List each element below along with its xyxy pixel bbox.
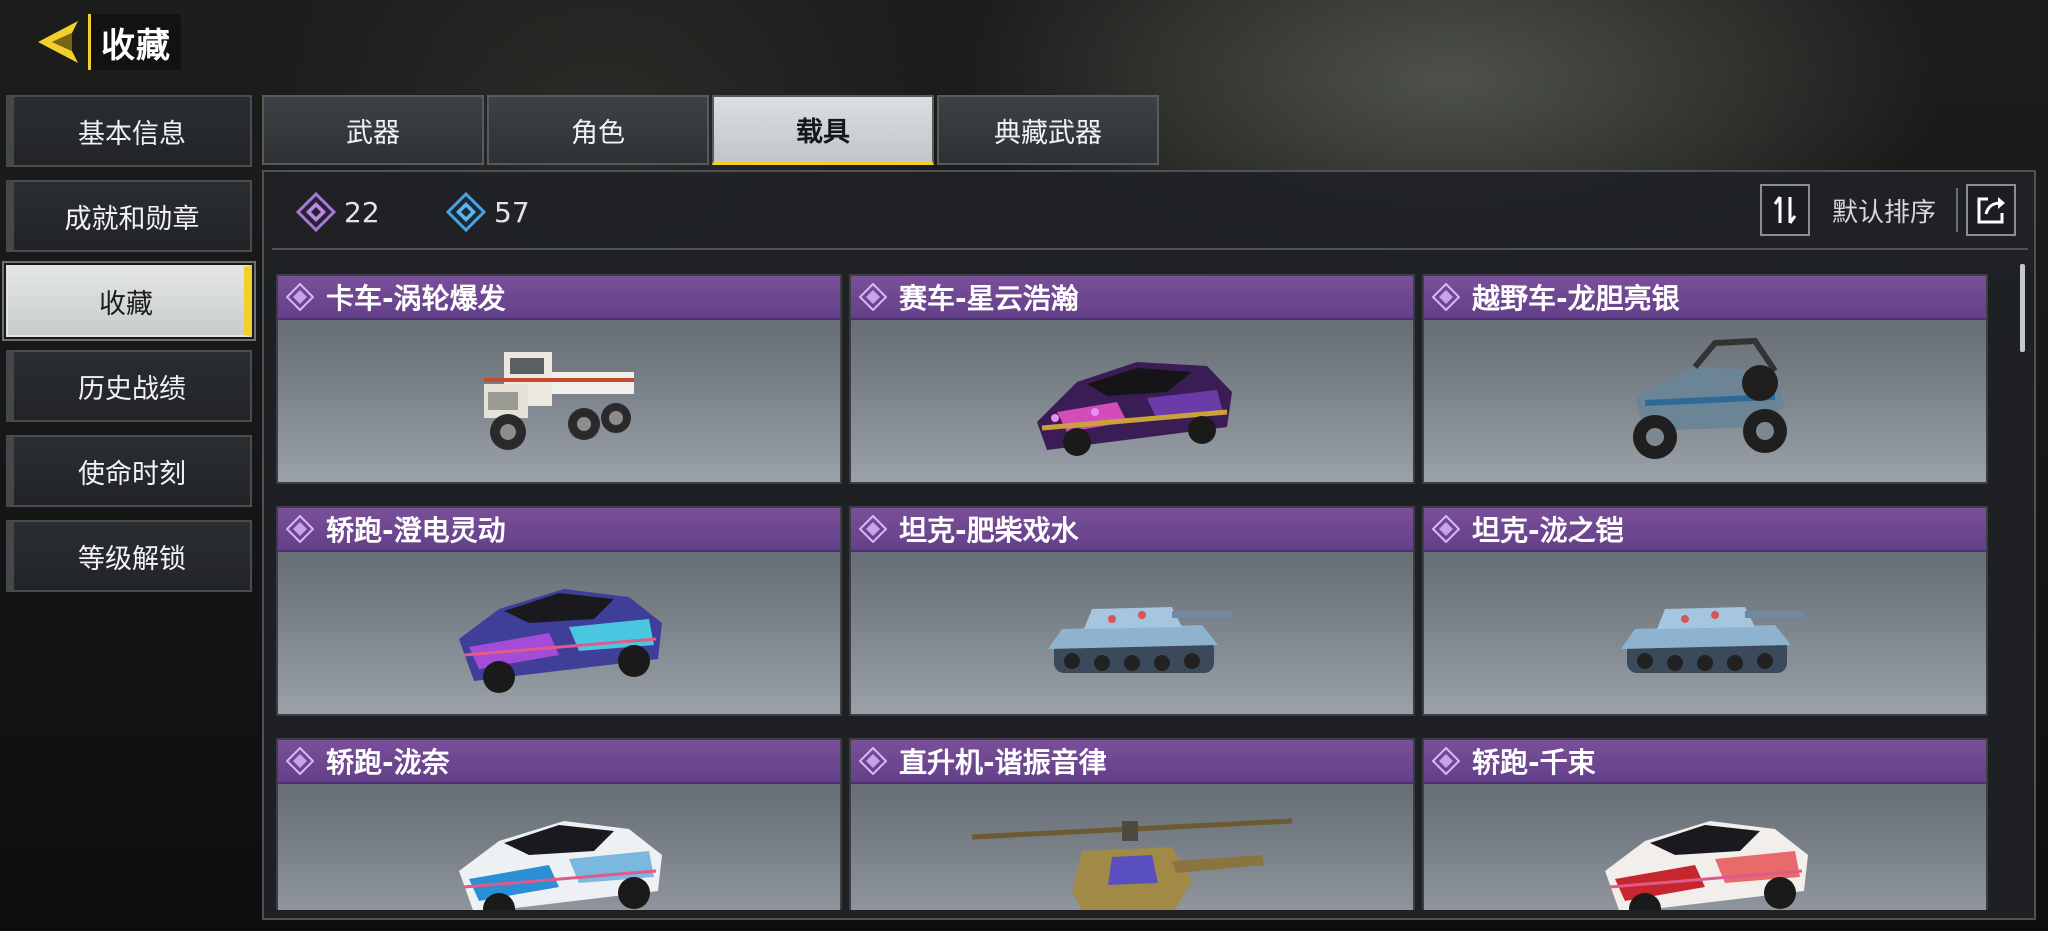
vehicle-card-header: 轿跑-千束 bbox=[1424, 740, 1986, 784]
epic-quality-icon bbox=[1432, 515, 1460, 543]
sidebar-item-level-unlock[interactable]: 等级解锁 bbox=[6, 520, 252, 592]
vehicle-card-header: 坦克-肥柴戏水 bbox=[851, 508, 1413, 552]
back-button[interactable] bbox=[30, 14, 88, 70]
epic-quality-icon bbox=[1432, 747, 1460, 775]
vehicle-name: 赛车-星云浩瀚 bbox=[899, 282, 1079, 315]
vehicle-name: 坦克-肥柴戏水 bbox=[899, 514, 1079, 547]
vehicle-card[interactable]: 轿跑-千束 bbox=[1422, 738, 1988, 910]
vehicle-name: 轿跑-千束 bbox=[1472, 746, 1596, 779]
purple-diamond-icon bbox=[296, 192, 336, 232]
vehicle-card-header: 轿跑-泷奈 bbox=[278, 740, 840, 784]
epic-quality-icon bbox=[286, 747, 314, 775]
header: 收藏 bbox=[30, 14, 181, 70]
sidebar-item-basic-info[interactable]: 基本信息 bbox=[6, 95, 252, 167]
sidebar-item-collection[interactable]: 收藏 bbox=[2, 261, 256, 341]
sidebar-item-mission-moments[interactable]: 使命时刻 bbox=[6, 435, 252, 507]
vehicle-name: 轿跑-泷奈 bbox=[326, 746, 450, 779]
vehicle-card[interactable]: 直升机-谐振音律 bbox=[849, 738, 1415, 910]
grid-scrollbar[interactable] bbox=[2020, 264, 2025, 352]
vehicle-image bbox=[278, 322, 840, 482]
vehicle-image bbox=[278, 554, 840, 714]
vehicle-card-header: 坦克-泷之铠 bbox=[1424, 508, 1986, 552]
vehicle-card[interactable]: 轿跑-澄电灵动 bbox=[276, 506, 842, 716]
vehicle-name: 轿跑-澄电灵动 bbox=[326, 514, 506, 547]
vehicle-image bbox=[851, 786, 1413, 910]
vehicle-card[interactable]: 卡车-涡轮爆发 bbox=[276, 274, 842, 484]
vehicle-image bbox=[278, 786, 840, 910]
vehicle-image bbox=[1424, 554, 1986, 714]
vehicle-card[interactable]: 轿跑-泷奈 bbox=[276, 738, 842, 910]
vehicle-card[interactable]: 坦克-泷之铠 bbox=[1422, 506, 1988, 716]
vehicle-name: 坦克-泷之铠 bbox=[1472, 514, 1624, 547]
sidebar-item-achievements[interactable]: 成就和勋章 bbox=[6, 180, 252, 252]
vehicle-image bbox=[851, 322, 1413, 482]
epic-quality-icon bbox=[286, 283, 314, 311]
vehicle-image bbox=[1424, 786, 1986, 910]
back-arrow-icon bbox=[38, 21, 78, 63]
tab-vehicles[interactable]: 载具 bbox=[712, 95, 934, 165]
panel-divider bbox=[272, 248, 2028, 250]
tab-weapons[interactable]: 武器 bbox=[262, 95, 484, 165]
sidebar: 基本信息 成就和勋章 收藏 历史战绩 使命时刻 等级解锁 bbox=[2, 95, 256, 605]
stats-bar: 22 57 默认排序 bbox=[264, 172, 2034, 250]
vehicle-card[interactable]: 赛车-星云浩瀚 bbox=[849, 274, 1415, 484]
vehicle-card-header: 直升机-谐振音律 bbox=[851, 740, 1413, 784]
vehicle-card-header: 越野车-龙胆亮银 bbox=[1424, 276, 1986, 320]
vehicle-name: 直升机-谐振音律 bbox=[899, 746, 1107, 779]
vehicle-image bbox=[851, 554, 1413, 714]
blue-count-value: 57 bbox=[494, 195, 530, 229]
tab-collector-weapons[interactable]: 典藏武器 bbox=[937, 95, 1159, 165]
vehicle-name: 越野车-龙胆亮银 bbox=[1472, 282, 1680, 315]
sort-arrows-icon bbox=[1773, 196, 1797, 224]
sort-divider bbox=[1956, 188, 1958, 232]
blue-quality-count: 57 bbox=[446, 192, 530, 232]
vehicle-card-header: 卡车-涡轮爆发 bbox=[278, 276, 840, 320]
epic-quality-icon bbox=[286, 515, 314, 543]
sidebar-item-history[interactable]: 历史战绩 bbox=[6, 350, 252, 422]
share-icon bbox=[1977, 197, 2005, 224]
vehicle-card[interactable]: 坦克-肥柴戏水 bbox=[849, 506, 1415, 716]
sort-label[interactable]: 默认排序 bbox=[1832, 192, 1936, 229]
epic-quality-icon bbox=[1432, 283, 1460, 311]
page-title: 收藏 bbox=[88, 14, 181, 70]
vehicle-name: 卡车-涡轮爆发 bbox=[326, 282, 506, 315]
epic-quality-icon bbox=[859, 515, 887, 543]
share-button[interactable] bbox=[1966, 184, 2016, 236]
epic-quality-icon bbox=[859, 747, 887, 775]
blue-diamond-icon bbox=[446, 192, 486, 232]
sort-toggle-button[interactable] bbox=[1760, 184, 1810, 236]
collection-panel: 22 57 默认排序 卡车-涡轮爆发 赛车-星云浩瀚 越野车-龙胆亮银 轿跑-澄… bbox=[262, 170, 2036, 920]
vehicle-card-header: 轿跑-澄电灵动 bbox=[278, 508, 840, 552]
tab-characters[interactable]: 角色 bbox=[487, 95, 709, 165]
epic-quality-icon bbox=[859, 283, 887, 311]
purple-quality-count: 22 bbox=[296, 192, 380, 232]
purple-count-value: 22 bbox=[344, 195, 380, 229]
vehicle-card[interactable]: 越野车-龙胆亮银 bbox=[1422, 274, 1988, 484]
vehicle-grid: 卡车-涡轮爆发 赛车-星云浩瀚 越野车-龙胆亮银 轿跑-澄电灵动 坦克-肥柴戏水… bbox=[276, 274, 1996, 910]
vehicle-card-header: 赛车-星云浩瀚 bbox=[851, 276, 1413, 320]
vehicle-image bbox=[1424, 322, 1986, 482]
category-tabs: 武器 角色 载具 典藏武器 bbox=[262, 95, 1159, 165]
